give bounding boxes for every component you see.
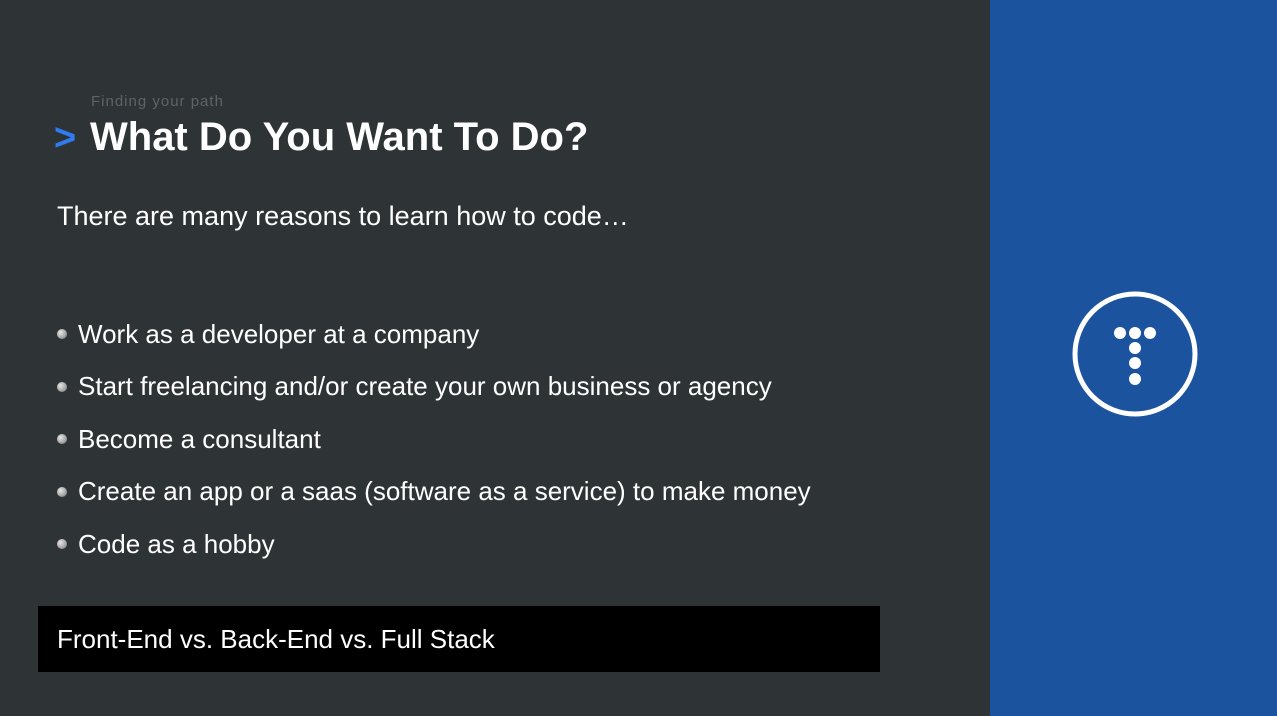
bullet-item: Work as a developer at a company	[57, 308, 811, 361]
slide: Finding your path > What Do You Want To …	[0, 0, 1277, 716]
bullet-dot-icon	[57, 539, 67, 550]
caption-bar: Front-End vs. Back-End vs. Full Stack	[38, 606, 880, 672]
bullet-item: Create an app or a saas (software as a s…	[57, 466, 811, 519]
bullet-text: Create an app or a saas (software as a s…	[78, 476, 811, 507]
slide-intro: There are many reasons to learn how to c…	[57, 201, 629, 231]
slide-content-panel: Finding your path > What Do You Want To …	[0, 0, 990, 716]
bullet-text: Become a consultant	[78, 423, 321, 454]
bullet-text: Work as a developer at a company	[78, 318, 480, 349]
bullet-item: Code as a hobby	[57, 518, 811, 571]
traversy-logo-icon	[1072, 291, 1198, 417]
bullet-text: Start freelancing and/or create your own…	[78, 371, 772, 402]
bullet-dot-icon	[57, 434, 67, 445]
bullet-dot-icon	[57, 486, 67, 497]
slide-eyebrow: Finding your path	[91, 93, 224, 110]
chevron-icon: >	[54, 117, 77, 159]
bullet-text: Code as a hobby	[78, 528, 275, 559]
bullet-item: Become a consultant	[57, 413, 811, 466]
bullet-list: Work as a developer at a company Start f…	[57, 308, 811, 571]
bullet-dot-icon	[57, 329, 67, 340]
bullet-dot-icon	[57, 381, 67, 392]
bullet-item: Start freelancing and/or create your own…	[57, 361, 811, 414]
slide-title: What Do You Want To Do?	[90, 115, 589, 159]
caption-text: Front-End vs. Back-End vs. Full Stack	[57, 623, 495, 654]
